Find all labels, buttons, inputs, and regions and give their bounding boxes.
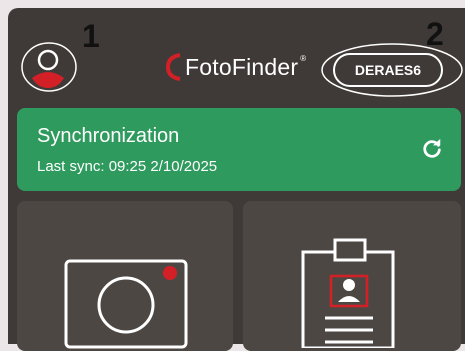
patient-tile[interactable] <box>243 201 461 351</box>
logo-mark-icon <box>165 53 181 81</box>
user-avatar-icon <box>21 42 77 92</box>
last-sync-text: Last sync: 09:25 2/10/2025 <box>37 158 218 175</box>
refresh-icon[interactable] <box>421 138 443 160</box>
callout-number-1: 1 <box>82 18 100 54</box>
callout-number-2: 2 <box>426 16 444 52</box>
registered-mark: ® <box>300 54 307 63</box>
sync-title: Synchronization <box>37 125 180 147</box>
profile-button[interactable] <box>18 36 78 96</box>
brand-name: FotoFinder <box>185 53 299 80</box>
patient-clipboard-icon <box>301 238 395 348</box>
camera-icon <box>64 259 188 349</box>
fotofinder-logo: FotoFinder ® <box>165 52 306 82</box>
camera-tile[interactable] <box>17 201 233 351</box>
sync-card[interactable]: Synchronization Last sync: 09:25 2/10/20… <box>17 108 461 191</box>
